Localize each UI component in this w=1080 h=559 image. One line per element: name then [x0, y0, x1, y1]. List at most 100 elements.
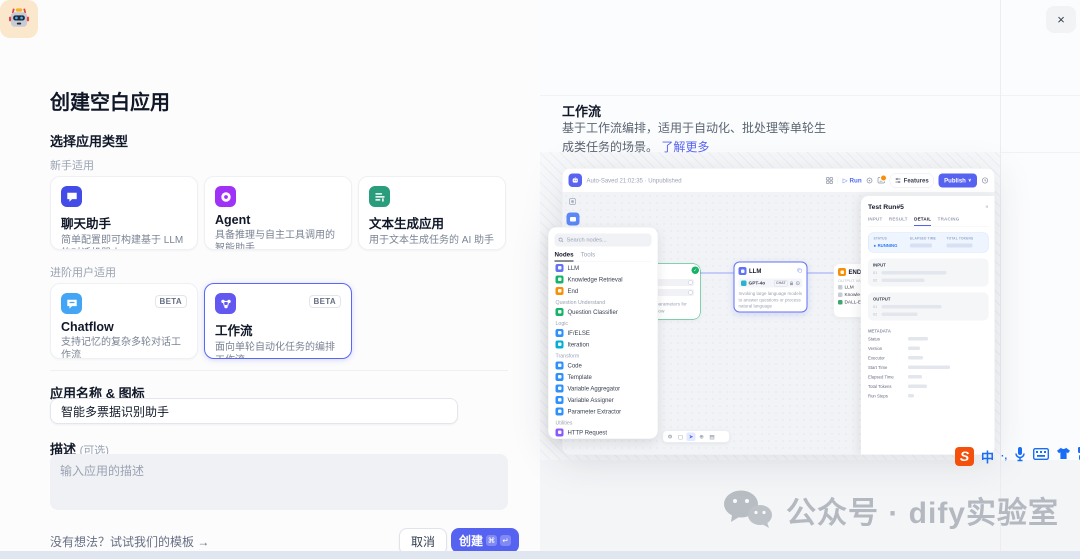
robot-mini-icon	[572, 177, 578, 183]
placeholder-bar	[910, 243, 932, 248]
shortcuts-icon[interactable]	[877, 174, 888, 184]
success-check-icon: ✓	[691, 266, 699, 274]
keyboard-icon[interactable]	[1033, 447, 1050, 465]
node-section-label: Utilities	[555, 420, 573, 426]
chatflow-icon	[61, 293, 82, 314]
variable-icon	[838, 292, 843, 297]
create-app-modal: 创建空白应用 选择应用类型 新手适用 聊天助手简单配置即可构建基于 LLM 的对…	[0, 0, 540, 559]
node-list-item[interactable]: HTTP Request	[555, 427, 652, 439]
card-description: 支持记忆的复杂多轮对话工作流	[61, 337, 181, 359]
node-list-item[interactable]: Variable Aggregator	[555, 383, 652, 395]
node-list-item[interactable]: List Operator	[555, 438, 652, 439]
node-type-icon	[555, 395, 564, 404]
grid-line-vertical	[1000, 0, 1001, 559]
description-textarea[interactable]	[50, 454, 508, 510]
background-page-edge	[0, 551, 1080, 559]
layout-grid-icon[interactable]	[826, 176, 834, 184]
run-button[interactable]: ▷ Run	[842, 177, 862, 184]
node-type-icon	[555, 361, 564, 370]
test-run-tab-input[interactable]: INPUT	[868, 217, 882, 227]
model-name: GPT-4o	[748, 280, 766, 286]
app-type-card-Agent[interactable]: Agent 具备推理与自主工具调用的智能助手	[204, 176, 352, 250]
templates-link[interactable]: 没有想法？试试我们的模板 →	[50, 533, 209, 550]
app-type-card-文本生成应用[interactable]: 文本生成应用 用于文本生成任务的 AI 助手	[358, 176, 506, 250]
play-icon: ▷	[842, 177, 848, 184]
metadata-name: Version	[868, 345, 883, 351]
test-run-tab-tracing[interactable]: TRACING	[938, 217, 960, 227]
node-list-item[interactable]: Parameter Extractor	[555, 406, 652, 418]
search-nodes-input[interactable]: Search nodes...	[554, 233, 652, 247]
app-type-card-聊天助手[interactable]: 聊天助手简单配置即可构建基于 LLM 的对话机器人	[50, 176, 198, 250]
minimap-icon[interactable]: ▢	[676, 432, 685, 441]
node-list-item[interactable]: LLM	[555, 262, 652, 274]
autosave-status: Auto-Saved 21:02:35 · Unpublished	[586, 176, 682, 184]
copy-icon[interactable]	[797, 267, 803, 276]
learn-more-link[interactable]: 了解更多	[661, 140, 709, 154]
test-run-title: Test Run#5	[868, 203, 904, 211]
node-list-item[interactable]: Code	[555, 360, 652, 372]
gear-icon	[795, 281, 800, 285]
note-tool-icon[interactable]	[566, 212, 580, 226]
close-icon[interactable]: ×	[985, 204, 988, 210]
metadata-section: METADATA Status Version Executor Start Time…	[868, 329, 989, 401]
node-type-icon	[555, 340, 564, 349]
node-list-item[interactable]: Question Classifier	[555, 306, 652, 318]
node-type-icon	[555, 307, 564, 316]
card-title: 文本生成应用	[369, 217, 445, 231]
node-panel-tab-nodes[interactable]: Nodes	[554, 251, 574, 262]
features-button[interactable]: Features	[889, 172, 935, 188]
publish-button[interactable]: Publish ∨	[938, 173, 977, 188]
page-title: 创建空白应用	[50, 92, 170, 114]
app-icon-picker[interactable]	[0, 0, 38, 38]
sogou-logo-icon[interactable]: S	[955, 446, 974, 466]
organize-icon[interactable]: ▤	[708, 432, 717, 441]
test-run-tabs: INPUT RESULT DETAIL TRACING	[868, 217, 989, 227]
row-index: 02	[873, 312, 878, 317]
hand-tool-icon[interactable]: ⊕	[697, 432, 706, 441]
microphone-icon[interactable]	[1014, 446, 1026, 467]
row-index: 01	[873, 270, 878, 276]
app-type-card-工作流[interactable]: BETA 工作流面向单轮自动化任务的编排工作流	[204, 283, 352, 359]
metadata-row: Elapsed Time	[868, 373, 989, 382]
test-run-tab-result[interactable]: RESULT	[889, 217, 908, 227]
node-panel-tab-tools[interactable]: Tools	[581, 251, 596, 262]
ime-punctuation-toggle[interactable]: ·,	[1001, 451, 1007, 462]
target-icon[interactable]	[866, 177, 873, 184]
create-button[interactable]: 创建 ⌘ ↵	[451, 528, 520, 553]
ime-language-toggle[interactable]: 中	[981, 447, 994, 466]
node-list: LLM Knowledge Retrieval End Question Unders…	[555, 262, 652, 439]
pointer-tool-icon[interactable]	[569, 198, 577, 209]
llm-node[interactable]: LLM GPT-4o CHAT Invoking large language …	[733, 261, 808, 313]
beginner-card-row: 聊天助手简单配置即可构建基于 LLM 的对话机器人 Agent 具备推理与自主工具调…	[50, 176, 506, 250]
settings-icon[interactable]: ⚙	[666, 432, 675, 441]
cursor-tool-icon[interactable]: ➤	[686, 432, 696, 441]
node-list-item[interactable]: IF/ELSE	[555, 327, 652, 339]
app-type-card-Chatflow[interactable]: BETA Chatflow 支持记忆的复杂多轮对话工作流	[50, 283, 198, 359]
close-button[interactable]: ×	[1046, 6, 1076, 33]
chevron-down-icon: ∨	[967, 177, 972, 183]
node-list-item[interactable]: Variable Assigner	[555, 394, 652, 406]
chat-mode-badge: CHAT	[774, 279, 788, 287]
metadata-name: Elapsed Time	[868, 374, 894, 380]
ime-toolbar: S 中 ·,	[955, 446, 1080, 466]
node-type-icon	[555, 275, 564, 284]
elapsed-time-label: ELAPSED TIME	[910, 237, 936, 241]
beta-badge: BETA	[154, 295, 187, 308]
node-list-item[interactable]: Knowledge Retrieval	[555, 274, 652, 286]
model-provider-icon	[741, 280, 747, 286]
node-type-icon	[555, 372, 564, 381]
skin-icon[interactable]	[1056, 447, 1071, 465]
history-icon[interactable]	[981, 177, 989, 184]
test-run-tab-detail[interactable]: DETAIL	[914, 217, 932, 226]
metadata-label: METADATA	[868, 328, 891, 334]
node-list-item[interactable]: Template	[555, 371, 652, 383]
app-name-input[interactable]	[50, 398, 458, 424]
node-name: HTTP Request	[567, 428, 608, 436]
node-list-item[interactable]: Iteration	[555, 339, 652, 351]
node-name: Template	[567, 373, 592, 381]
model-chip: GPT-4o CHAT	[738, 278, 803, 288]
metadata-name: Total Tokens	[868, 383, 892, 389]
metadata-name: Executor	[868, 355, 885, 361]
advanced-card-row: BETA Chatflow 支持记忆的复杂多轮对话工作流 BETA 工作流 面向单轮自动化…	[50, 283, 352, 359]
node-list-item[interactable]: End	[555, 285, 652, 297]
